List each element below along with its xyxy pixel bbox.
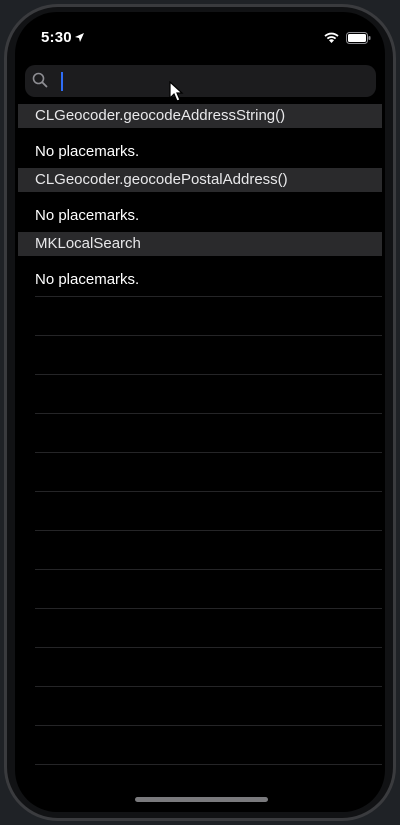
row-separator: [35, 335, 382, 336]
row-separator: [35, 413, 382, 414]
row-separator: [35, 491, 382, 492]
row-separator: [35, 530, 382, 531]
location-icon: [75, 33, 84, 42]
home-indicator[interactable]: [135, 797, 268, 802]
notch: [95, 12, 305, 44]
search-bar[interactable]: [25, 65, 376, 97]
phone-screen: 5:30 CLGeocoder.geocodeAddressString() N…: [15, 12, 385, 812]
status-time: 5:30: [41, 29, 72, 46]
mouse-pointer-icon: [169, 81, 184, 102]
row-separator: [35, 296, 382, 297]
row-separator: [35, 725, 382, 726]
device-background: 5:30 CLGeocoder.geocodeAddressString() N…: [0, 0, 400, 825]
search-icon: [32, 72, 48, 88]
row-separator: [35, 374, 382, 375]
placemark-row[interactable]: No placemarks.: [18, 260, 382, 300]
section-header-geocode-address-string: CLGeocoder.geocodeAddressString(): [18, 104, 382, 128]
wifi-icon: [324, 32, 339, 43]
row-separator: [35, 764, 382, 765]
section-header-geocode-postal-address: CLGeocoder.geocodePostalAddress(): [18, 168, 382, 192]
row-separator: [35, 569, 382, 570]
search-input[interactable]: [53, 65, 368, 97]
section-header-mk-local-search: MKLocalSearch: [18, 232, 382, 256]
row-separator: [35, 686, 382, 687]
battery-icon: [346, 32, 371, 44]
row-separator: [35, 452, 382, 453]
row-separator: [35, 647, 382, 648]
text-caret: [61, 72, 63, 91]
placemark-row[interactable]: No placemarks.: [18, 132, 382, 172]
placemark-row[interactable]: No placemarks.: [18, 196, 382, 236]
row-separator: [35, 608, 382, 609]
